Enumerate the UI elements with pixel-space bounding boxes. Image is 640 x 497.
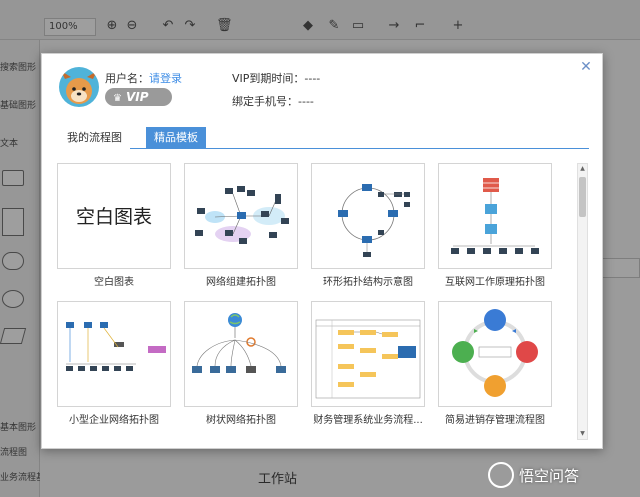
finance-flowchart-thumbnail: [315, 319, 421, 399]
template-label: 网络组建拓扑图: [206, 277, 276, 288]
vip-expiry: VIP到期时间：----: [232, 72, 321, 85]
inventory-flowchart-thumbnail: [452, 309, 538, 397]
avatar: [59, 67, 99, 107]
template-card-network-build[interactable]: 网络组建拓扑图: [184, 163, 298, 288]
template-thumb: [438, 301, 552, 407]
template-card-ring-topology[interactable]: 环形拓扑结构示意图: [311, 163, 425, 288]
close-icon[interactable]: ✕: [579, 60, 593, 74]
tab-premium-templates[interactable]: 精品模板: [146, 127, 206, 149]
template-label: 财务管理系统业务流程...: [313, 415, 423, 426]
template-tabs: 我的流程图 精品模板: [59, 127, 589, 149]
enterprise-network-thumbnail: [66, 322, 166, 371]
template-card-small-enterprise[interactable]: 小型企业网络拓扑图: [57, 301, 171, 426]
template-thumb: [184, 301, 298, 407]
template-scrollbar[interactable]: ▲ ▼: [577, 163, 588, 440]
watermark-text: 悟空问答: [519, 466, 580, 485]
crown-icon: ♛: [113, 93, 122, 104]
scroll-thumb[interactable]: [579, 177, 586, 217]
template-grid: 空白图表 空白图表 网络组建拓扑图 环形拓扑结构示意图 互联网工作原理拓扑图 小…: [57, 163, 577, 440]
template-thumb: [438, 163, 552, 269]
wukong-logo-icon: [488, 462, 514, 488]
template-dialog: ✕ 用户名：请登录 ♛ VIP VIP到期时间：---- 绑定手机号：---- 我…: [41, 53, 603, 449]
template-label: 树状网络拓扑图: [206, 415, 276, 426]
template-label: 互联网工作原理拓扑图: [445, 277, 545, 288]
login-link[interactable]: 请登录: [149, 72, 182, 85]
template-card-internet-principle[interactable]: 互联网工作原理拓扑图: [438, 163, 552, 288]
scroll-up-arrow-icon[interactable]: ▲: [578, 164, 587, 174]
tab-my-flowcharts[interactable]: 我的流程图: [59, 127, 130, 149]
template-label: 空白图表: [94, 277, 134, 288]
template-label: 简易进销存管理流程图: [445, 415, 545, 426]
template-label: 环形拓扑结构示意图: [323, 277, 413, 288]
template-card-blank[interactable]: 空白图表 空白图表: [57, 163, 171, 288]
blank-thumb-text: 空白图表: [75, 206, 152, 228]
template-thumb: [57, 301, 171, 407]
scroll-down-arrow-icon[interactable]: ▼: [578, 429, 587, 439]
template-thumb: [311, 301, 425, 407]
template-card-inventory-flow[interactable]: 简易进销存管理流程图: [438, 301, 552, 426]
template-card-tree-network[interactable]: 树状网络拓扑图: [184, 301, 298, 426]
template-card-finance-flow[interactable]: 财务管理系统业务流程...: [311, 301, 425, 426]
bound-phone: 绑定手机号：----: [232, 95, 314, 108]
template-label: 小型企业网络拓扑图: [69, 415, 159, 426]
internet-topology-thumbnail: [451, 178, 539, 254]
watermark: 悟空问答: [488, 462, 579, 488]
username-row: 用户名：请登录: [105, 70, 182, 86]
username-label: 用户名：: [105, 72, 149, 85]
tree-network-thumbnail: [192, 313, 286, 373]
vip-badge: ♛ VIP: [105, 88, 172, 106]
template-thumb: [311, 163, 425, 269]
template-thumb: [184, 163, 298, 269]
network-topology-thumbnail: [195, 186, 289, 244]
ring-topology-thumbnail: [338, 184, 410, 257]
template-thumb: 空白图表: [57, 163, 171, 269]
